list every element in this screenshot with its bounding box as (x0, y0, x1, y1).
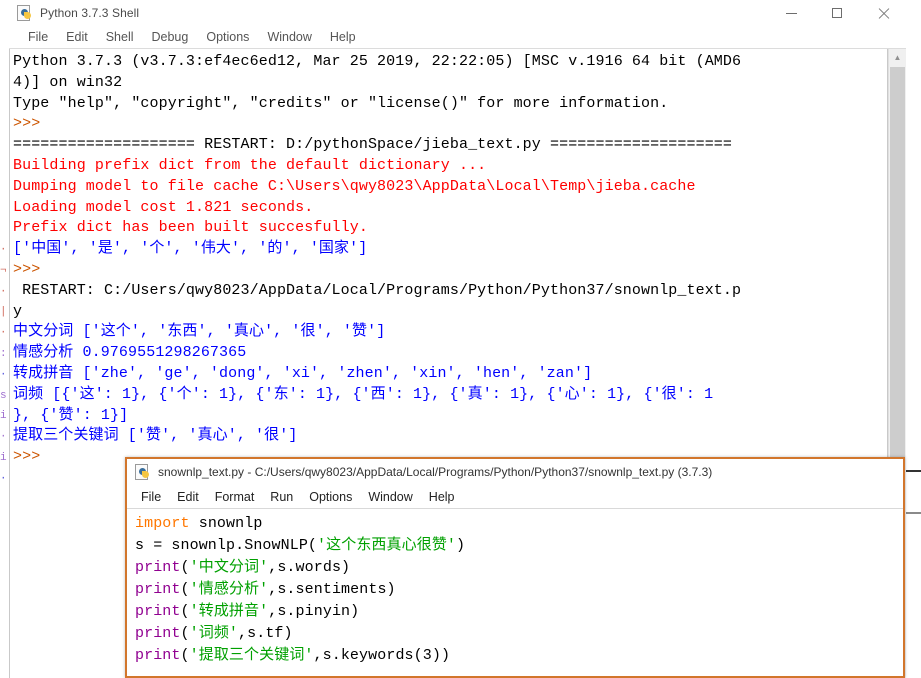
editor-code-line: print('提取三个关键词',s.keywords(3)) (135, 645, 903, 667)
shell-line: 4)] on win32 (13, 73, 123, 91)
close-button[interactable] (860, 0, 906, 26)
shell-line: Dumping model to file cache C:\Users\qwy… (13, 177, 696, 195)
python-file-icon (135, 464, 151, 480)
code-token: print (135, 559, 181, 576)
code-token: print (135, 625, 181, 642)
shell-line: Loading model cost 1.821 seconds. (13, 198, 314, 216)
chevron-up-icon[interactable]: ▲ (889, 49, 906, 66)
shell-line: Python 3.7.3 (v3.7.3:ef4ec6ed12, Mar 25 … (13, 53, 742, 70)
editor-code-text[interactable]: import snownlp s = snownlp.SnowNLP('这个东西真… (127, 509, 903, 667)
code-token: ,s.words) (268, 559, 351, 576)
editor-body[interactable]: import snownlp s = snownlp.SnowNLP('这个东西真… (127, 508, 903, 676)
shell-line: >>> (13, 115, 41, 133)
code-token: '中文分词' (189, 559, 269, 576)
editor-menu-help[interactable]: Help (421, 490, 463, 504)
editor-window[interactable]: snownlp_text.py - C:/Users/qwy8023/AppDa… (125, 457, 905, 678)
shell-line: 词频 [{'这': 1}, {'个': 1}, {'东': 1}, {'西': … (13, 385, 714, 403)
menu-file[interactable]: File (19, 30, 57, 44)
menu-edit[interactable]: Edit (57, 30, 97, 44)
code-token: snownlp (198, 515, 263, 532)
code-token: '转成拼音' (189, 603, 269, 620)
background-dash-mark (906, 470, 921, 472)
code-token: '情感分析' (189, 581, 269, 598)
editor-menubar: File Edit Format Run Options Window Help (127, 485, 903, 508)
editor-menu-edit[interactable]: Edit (169, 490, 207, 504)
shell-line: }, {'赞': 1}] (13, 406, 129, 424)
shell-window-controls (768, 0, 906, 26)
editor-code-line: import snownlp (135, 513, 903, 535)
menu-options[interactable]: Options (197, 30, 258, 44)
menu-shell[interactable]: Shell (97, 30, 143, 44)
editor-menu-run[interactable]: Run (262, 490, 301, 504)
shell-line: Building prefix dict from the default di… (13, 156, 487, 174)
shell-line: ==================== RESTART: D:/pythonS… (13, 136, 733, 154)
editor-code-line: print('情感分析',s.sentiments) (135, 579, 903, 601)
close-icon (877, 7, 890, 20)
editor-code-line: print('词频',s.tf) (135, 623, 903, 645)
shell-line: Prefix dict has been built succesfully. (13, 219, 368, 237)
code-token: ,s.tf) (238, 625, 293, 642)
editor-menu-window[interactable]: Window (360, 490, 420, 504)
python-file-icon (17, 5, 33, 21)
shell-line: >>> (13, 260, 41, 278)
code-token: '词频' (189, 625, 239, 642)
code-token: s = snownlp.SnowNLP( (135, 537, 318, 554)
maximize-icon (832, 8, 842, 18)
code-token: ( (180, 603, 190, 620)
background-right-panel (906, 0, 921, 678)
editor-menu-file[interactable]: File (133, 490, 169, 504)
shell-line: 情感分析 0.9769551298267365 (13, 344, 247, 362)
code-token: print (135, 581, 181, 598)
code-token: ,s.pinyin) (268, 603, 360, 620)
shell-line: RESTART: C:/Users/qwy8023/AppData/Local/… (13, 281, 742, 299)
background-window-text-fragments: · ¬ · | · : · s i · i · (0, 244, 7, 485)
shell-line: y (13, 302, 23, 320)
shell-titlebar[interactable]: Python 3.7.3 Shell (9, 0, 906, 26)
minimize-button[interactable] (768, 0, 814, 26)
editor-menu-format[interactable]: Format (207, 490, 263, 504)
editor-code-line: print('转成拼音',s.pinyin) (135, 601, 903, 623)
editor-titlebar[interactable]: snownlp_text.py - C:/Users/qwy8023/AppDa… (127, 459, 903, 485)
shell-menubar: File Edit Shell Debug Options Window Hel… (9, 26, 906, 48)
code-token: ( (180, 581, 190, 598)
code-token: print (135, 647, 181, 664)
minimize-icon (785, 12, 797, 14)
shell-output-text[interactable]: Python 3.7.3 (v3.7.3:ef4ec6ed12, Mar 25 … (10, 49, 887, 468)
shell-line: 提取三个关键词 ['赞', '真心', '很'] (13, 427, 298, 445)
editor-window-title: snownlp_text.py - C:/Users/qwy8023/AppDa… (158, 465, 713, 479)
code-token: ) (456, 537, 466, 554)
code-token: print (135, 603, 181, 620)
menu-debug[interactable]: Debug (143, 30, 198, 44)
maximize-button[interactable] (814, 0, 860, 26)
shell-line: ['中国', '是', '个', '伟大', '的', '国家'] (13, 240, 368, 258)
code-token: '这个东西真心很赞' (317, 537, 457, 554)
shell-line: Type "help", "copyright", "credits" or "… (13, 94, 669, 112)
code-token: ,s.sentiments) (268, 581, 396, 598)
code-token: ( (180, 647, 190, 664)
scrollbar-thumb[interactable] (890, 67, 905, 467)
shell-line: 转成拼音 ['zhe', 'ge', 'dong', 'xi', 'zhen',… (13, 364, 593, 382)
menu-help[interactable]: Help (321, 30, 365, 44)
code-token: ,s.keywords(3)) (313, 647, 451, 664)
editor-code-line: s = snownlp.SnowNLP('这个东西真心很赞') (135, 535, 903, 557)
shell-line: 中文分词 ['这个', '东西', '真心', '很', '赞'] (13, 323, 386, 341)
code-token: ( (180, 559, 190, 576)
menu-window[interactable]: Window (258, 30, 320, 44)
editor-menu-options[interactable]: Options (301, 490, 360, 504)
code-token: import (135, 515, 199, 532)
editor-code-line: print('中文分词',s.words) (135, 557, 903, 579)
shell-window-title: Python 3.7.3 Shell (40, 6, 140, 20)
code-token: '提取三个关键词' (189, 647, 314, 664)
code-token: ( (180, 625, 190, 642)
desktop-background: · ¬ · | · : · s i · i · Python 3.7.3 She… (0, 0, 921, 678)
